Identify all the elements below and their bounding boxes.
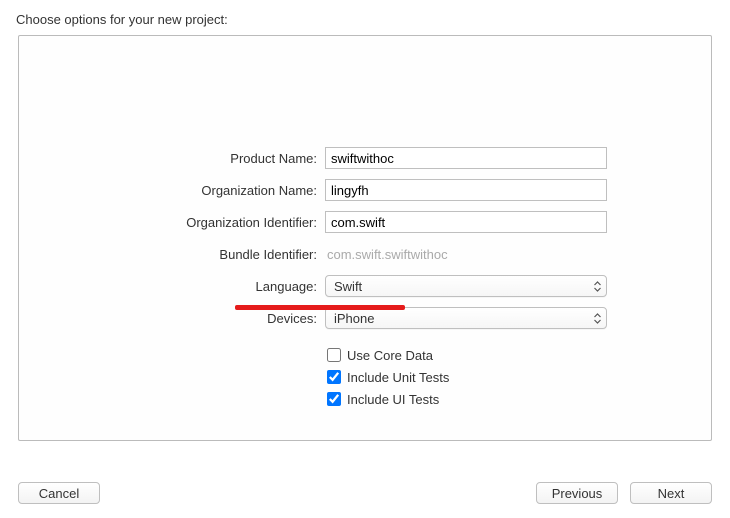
language-label: Language:	[19, 279, 325, 294]
page-title: Choose options for your new project:	[0, 0, 730, 35]
use-core-data-checkbox[interactable]	[327, 348, 341, 362]
chevron-updown-icon	[594, 308, 601, 328]
button-bar: Cancel Previous Next	[18, 482, 712, 504]
organization-name-input[interactable]	[325, 179, 607, 201]
product-name-label: Product Name:	[19, 151, 325, 166]
bundle-identifier-label: Bundle Identifier:	[19, 247, 325, 262]
include-unit-tests-checkbox[interactable]	[327, 370, 341, 384]
language-select[interactable]: Swift	[325, 275, 607, 297]
organization-identifier-label: Organization Identifier:	[19, 215, 325, 230]
include-unit-tests-label: Include Unit Tests	[347, 370, 449, 385]
devices-label: Devices:	[19, 311, 325, 326]
project-form: Product Name: Organization Name: Organiz…	[19, 146, 711, 410]
product-name-input[interactable]	[325, 147, 607, 169]
next-button[interactable]: Next	[630, 482, 712, 504]
cancel-button[interactable]: Cancel	[18, 482, 100, 504]
devices-select-value: iPhone	[334, 311, 374, 326]
bundle-identifier-value: com.swift.swiftwithoc	[325, 247, 448, 262]
organization-name-label: Organization Name:	[19, 183, 325, 198]
previous-button[interactable]: Previous	[536, 482, 618, 504]
use-core-data-label: Use Core Data	[347, 348, 433, 363]
language-select-value: Swift	[334, 279, 362, 294]
devices-select[interactable]: iPhone	[325, 307, 607, 329]
annotation-underline	[235, 305, 405, 310]
chevron-updown-icon	[594, 276, 601, 296]
organization-identifier-input[interactable]	[325, 211, 607, 233]
options-panel: Product Name: Organization Name: Organiz…	[18, 35, 712, 441]
include-ui-tests-checkbox[interactable]	[327, 392, 341, 406]
include-ui-tests-label: Include UI Tests	[347, 392, 439, 407]
